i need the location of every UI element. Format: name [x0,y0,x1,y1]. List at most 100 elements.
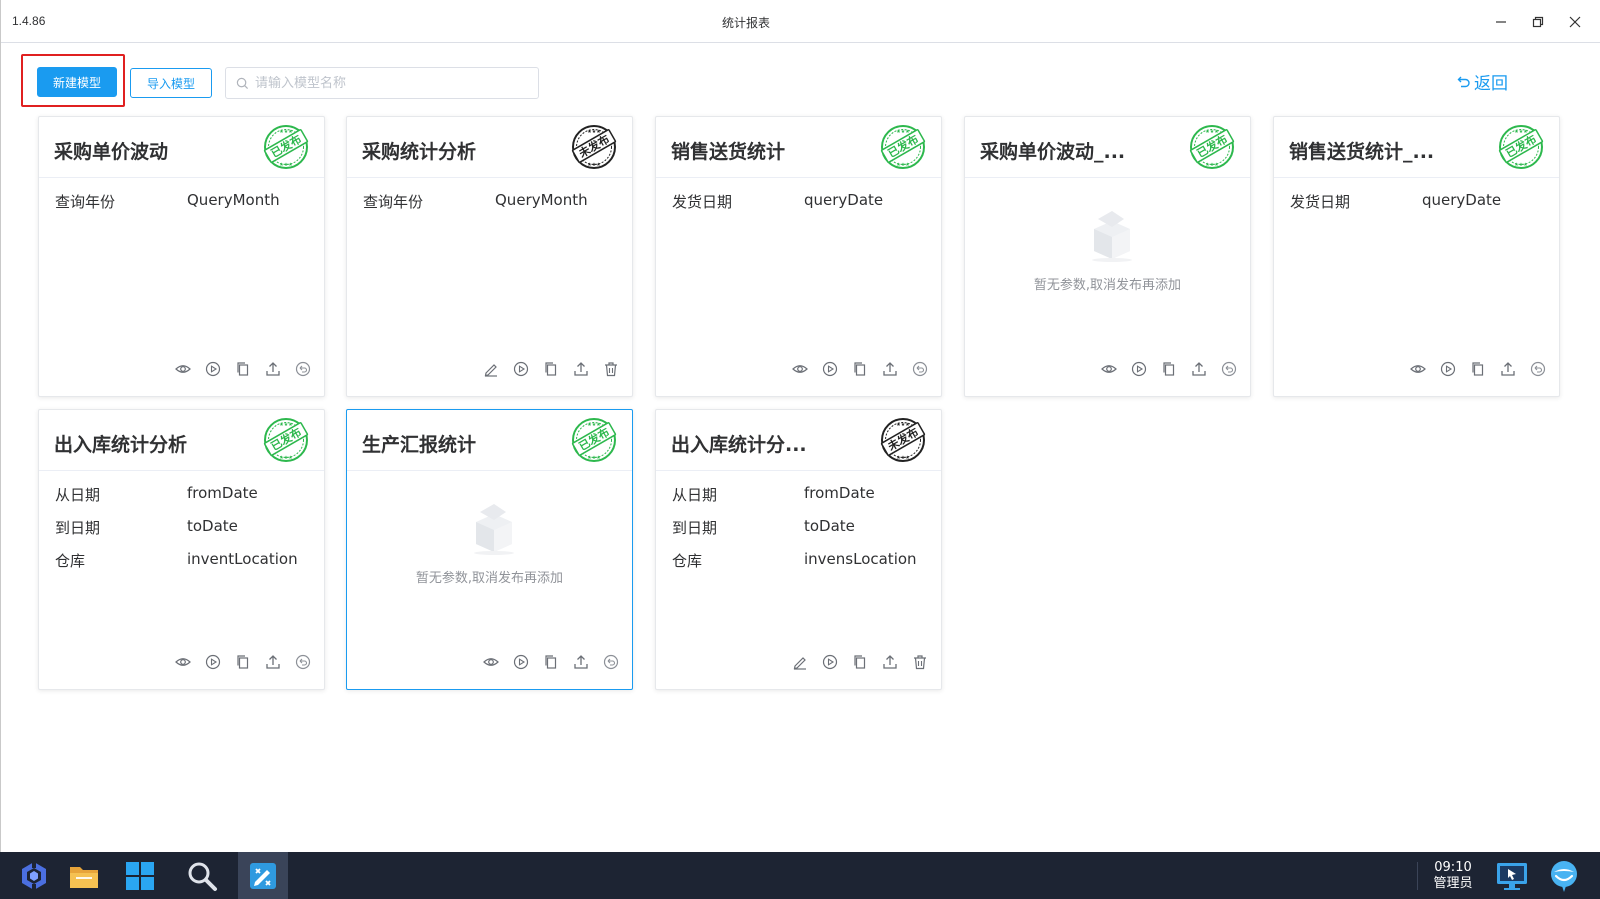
unpublish-icon[interactable] [294,653,312,671]
taskbar-network-app[interactable] [1546,858,1582,894]
copy-icon[interactable] [234,360,252,378]
card-actions [1409,360,1547,378]
preview-icon[interactable] [174,653,192,671]
svg-text:★★★: ★★★ [1205,162,1219,168]
chat-bubble-icon [1551,861,1577,892]
model-card[interactable]: 采购统计分析 未发布 ★★★ ★★★ 查询年份 QueryMonth [346,116,633,397]
back-link[interactable]: 返回 [1457,69,1508,94]
run-icon[interactable] [512,653,530,671]
model-card[interactable]: 生产汇报统计 已发布 ★★★ ★★★ 暂无参数,取消发布再添加 [346,409,633,690]
run-icon[interactable] [1439,360,1457,378]
taskbar-search-button[interactable] [184,858,220,894]
param-label: 发货日期 [672,193,733,211]
card-params: 查询年份 QueryMonth [39,179,324,349]
svg-text:★★★: ★★★ [279,162,293,168]
card-header: 采购统计分析 未发布 ★★★ ★★★ [347,117,632,178]
edit-icon[interactable] [482,360,500,378]
param-value: fromDate [187,484,258,502]
card-params: 发货日期 queryDate [656,179,941,349]
back-label: 返回 [1474,74,1508,94]
export-icon[interactable] [264,653,282,671]
copy-icon[interactable] [234,653,252,671]
model-card[interactable]: 销售送货统计_... 已发布 ★★★ ★★★ 发货日期 queryDate [1273,116,1560,397]
export-icon[interactable] [572,360,590,378]
model-card[interactable]: 销售送货统计 已发布 ★★★ ★★★ 发货日期 queryDate [655,116,942,397]
copy-icon[interactable] [542,653,560,671]
export-icon[interactable] [881,360,899,378]
unpublish-icon[interactable] [1220,360,1238,378]
preview-icon[interactable] [482,653,500,671]
design-tool-icon [250,863,276,889]
copy-icon[interactable] [1469,360,1487,378]
svg-text:★★★: ★★★ [279,129,293,135]
restore-button[interactable] [1520,8,1556,36]
model-card[interactable]: 出入库统计分析 已发布 ★★★ ★★★ 从日期 fromDate 到日期 toDate 仓库 in… [38,409,325,690]
unpublish-icon[interactable] [602,653,620,671]
close-button[interactable] [1557,8,1593,36]
unpublish-icon[interactable] [1529,360,1547,378]
model-card[interactable]: 采购单价波动_... 已发布 ★★★ ★★★ 暂无参数,取消发布再添加 [964,116,1251,397]
card-params: 从日期 fromDate 到日期 toDate 仓库 inventLocation [39,472,324,642]
export-icon[interactable] [881,653,899,671]
param-value: queryDate [804,191,884,209]
title-bar: 1.4.86 统计报表 [1,0,1600,43]
edit-icon[interactable] [791,653,809,671]
taskbar-windows-button[interactable] [122,858,158,894]
taskbar-report-app[interactable] [245,858,281,894]
preview-icon[interactable] [174,360,192,378]
unpublish-icon[interactable] [294,360,312,378]
search-box [225,67,539,99]
taskbar-file-manager[interactable] [66,858,102,894]
copy-icon[interactable] [851,653,869,671]
run-icon[interactable] [1130,360,1148,378]
card-title: 销售送货统计 [671,141,786,163]
param-value: queryDate [1422,191,1502,209]
new-model-button[interactable]: 新建模型 [37,67,117,97]
taskbar-remote-desktop[interactable] [1494,858,1530,894]
empty-box-icon [474,504,514,555]
delete-icon[interactable] [602,360,620,378]
preview-icon[interactable] [1100,360,1118,378]
export-icon[interactable] [1190,360,1208,378]
param-value: inventLocation [187,550,298,568]
preview-icon[interactable] [1409,360,1427,378]
status-stamp-icon: 已发布 ★★★ ★★★ [1497,124,1545,170]
import-model-button[interactable]: 导入模型 [130,68,212,98]
model-card[interactable]: 采购单价波动 已发布 ★★★ ★★★ 查询年份 QueryMonth [38,116,325,397]
copy-icon[interactable] [851,360,869,378]
preview-icon[interactable] [791,360,809,378]
taskbar-start-button[interactable] [16,858,52,894]
svg-text:★★★: ★★★ [279,422,293,428]
clock-time: 09:10 [1434,860,1472,875]
unpublish-icon[interactable] [911,360,929,378]
window-title: 统计报表 [721,16,770,30]
delete-icon[interactable] [911,653,929,671]
run-icon[interactable] [512,360,530,378]
run-icon[interactable] [204,360,222,378]
taskbar-clock[interactable]: 09:10 管理员 [1426,860,1480,892]
magnifier-icon [188,862,217,891]
minimize-button[interactable] [1483,8,1519,36]
copy-icon[interactable] [1160,360,1178,378]
empty-params-text: 暂无参数,取消发布再添加 [415,571,564,586]
card-header: 出入库统计分析 已发布 ★★★ ★★★ [39,410,324,471]
run-icon[interactable] [821,653,839,671]
folder-icon [70,867,98,888]
windows-logo-icon [126,862,154,890]
run-icon[interactable] [204,653,222,671]
export-icon[interactable] [264,360,282,378]
run-icon[interactable] [821,360,839,378]
svg-text:已发布: 已发布 [885,132,921,161]
copy-icon[interactable] [542,360,560,378]
status-stamp-icon: 已发布 ★★★ ★★★ [879,124,927,170]
export-icon[interactable] [1499,360,1517,378]
search-input[interactable] [255,75,525,91]
export-icon[interactable] [572,653,590,671]
clock-user: 管理员 [1433,876,1473,891]
card-header: 销售送货统计_... 已发布 ★★★ ★★★ [1274,117,1559,178]
model-card[interactable]: 出入库统计分... 未发布 ★★★ ★★★ 从日期 fromDate 到日期 toDate 仓库… [655,409,942,690]
minimize-icon [1496,21,1506,23]
app-window: 1.4.86 统计报表 新建模型 导入模型 返回 采购单价波动已发布★★★★★★… [0,0,1600,852]
card-title: 采购统计分析 [362,141,477,163]
close-icon [1569,16,1581,28]
